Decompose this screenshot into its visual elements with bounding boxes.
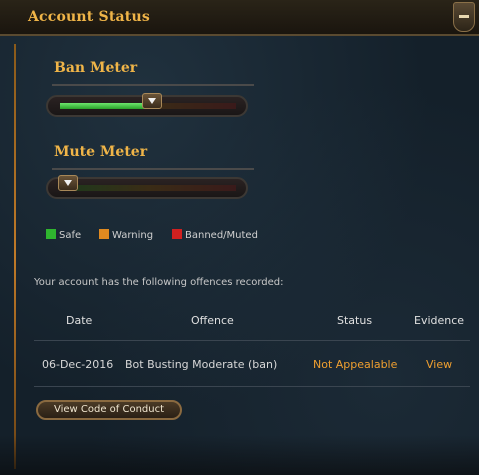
ban-meter-marker [142,93,162,109]
ban-meter-title: Ban Meter [54,60,138,76]
safe-swatch [46,229,56,239]
ban-meter-fill [60,103,152,109]
panel-title: Account Status [28,9,150,25]
banned-swatch [172,229,182,239]
decorative-divider [14,44,16,469]
offence-date: 06-Dec-2016 [42,358,114,371]
ban-meter-underline [52,84,254,86]
table-divider [34,340,470,341]
view-evidence-link[interactable]: View [426,358,452,371]
ban-meter [46,93,248,117]
bottom-vignette [0,435,479,475]
legend-item-warning: Warning [99,229,153,241]
legend-item-safe: Safe [46,229,81,241]
mute-meter [46,175,248,199]
offence-status: Not Appealable [313,358,398,371]
view-code-of-conduct-button[interactable]: View Code of Conduct [36,400,182,420]
column-header-status: Status [337,314,373,327]
mute-meter-underline [52,168,254,170]
offences-intro: Your account has the following offences … [34,277,284,288]
panel-header: Account Status [0,0,479,36]
column-header-evidence: Evidence [414,314,465,327]
column-header-offence: Offence [191,314,234,327]
mute-meter-title: Mute Meter [54,144,148,160]
mute-meter-marker [58,175,78,191]
mute-meter-scale [60,185,236,191]
offence-name: Bot Busting Moderate (ban) [125,358,278,371]
legend-item-banned: Banned/Muted [172,229,258,241]
warning-swatch [99,229,109,239]
column-header-date: Date [66,314,93,327]
table-divider [34,386,470,387]
minus-icon [459,15,469,18]
collapse-button[interactable] [453,2,475,32]
